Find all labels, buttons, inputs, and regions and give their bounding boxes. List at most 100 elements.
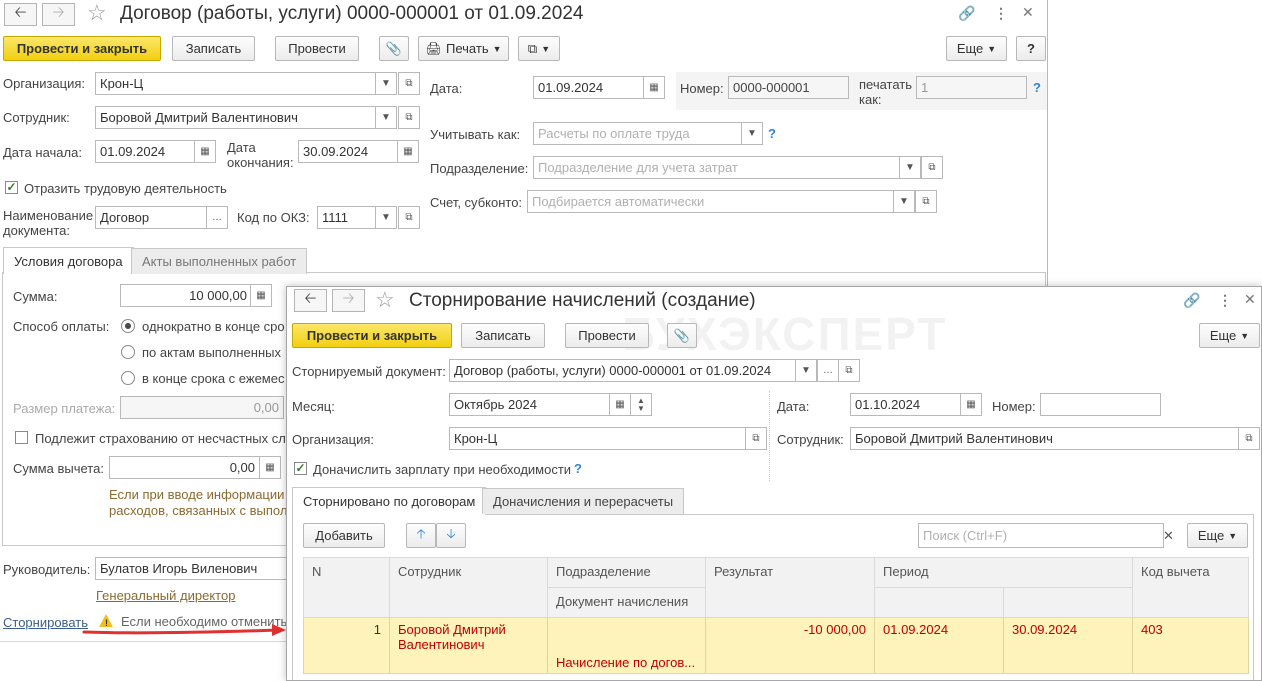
okz-open-button[interactable]: ⧉ xyxy=(398,206,420,229)
number-field[interactable] xyxy=(1040,393,1161,416)
reversed-doc-select-button[interactable]: … xyxy=(817,359,839,382)
column-header-dept[interactable]: Подразделение xyxy=(547,557,706,588)
dept-dropdown[interactable]: ▼ xyxy=(899,156,921,179)
calculator-icon[interactable]: ▦ xyxy=(250,284,272,307)
close-icon[interactable]: ✕ xyxy=(1022,4,1034,21)
calendar-icon[interactable]: ▦ xyxy=(194,140,216,163)
extra-pay-checkbox[interactable]: ✓ xyxy=(294,462,307,475)
move-up-button[interactable]: 🡡 xyxy=(406,523,436,548)
menu-icon[interactable]: ⋮ xyxy=(1218,292,1232,309)
date-field[interactable]: 01.10.2024 xyxy=(850,393,962,416)
reversed-doc-field[interactable]: Договор (работы, услуги) 0000-000001 от … xyxy=(449,359,797,382)
cell-n[interactable]: 1 xyxy=(303,617,390,674)
org-field[interactable]: Крон-Ц xyxy=(449,427,747,450)
attach-button[interactable]: 📎 xyxy=(667,323,697,348)
payment-option-radio-1[interactable] xyxy=(121,319,135,333)
post-and-close-button[interactable]: Провести и закрыть xyxy=(292,323,452,348)
search-input[interactable]: Поиск (Ctrl+F) xyxy=(918,523,1164,548)
end-date-field[interactable]: 30.09.2024 xyxy=(298,140,398,163)
cell-result[interactable]: -10 000,00 xyxy=(705,617,875,674)
payment-size-field[interactable]: 0,00 xyxy=(120,396,284,419)
link-icon[interactable]: 🔗 xyxy=(958,5,975,22)
column-header-code[interactable]: Код вычета xyxy=(1132,557,1250,618)
cell-period-from[interactable]: 01.09.2024 xyxy=(874,617,1004,674)
dept-field[interactable]: Подразделение для учета затрат xyxy=(533,156,901,179)
employee-open-button[interactable]: ⧉ xyxy=(398,106,420,129)
doc-name-field[interactable]: Договор xyxy=(95,206,207,229)
help-button[interactable]: ? xyxy=(1016,36,1046,61)
subconto-field[interactable]: Подбирается автоматически xyxy=(527,190,895,213)
payment-option-radio-3[interactable] xyxy=(121,371,135,385)
add-button[interactable]: Добавить xyxy=(303,523,385,548)
link-icon[interactable]: 🔗 xyxy=(1183,292,1200,309)
back-button[interactable]: 🡠 xyxy=(294,289,327,312)
deduction-field[interactable]: 0,00 xyxy=(109,456,260,479)
table-row[interactable]: 1 Боровой Дмитрий Валентинович Начислени… xyxy=(303,617,1250,674)
subconto-open-button[interactable]: ⧉ xyxy=(915,190,937,213)
favorite-star-icon[interactable]: ☆ xyxy=(87,2,107,24)
calculator-icon[interactable]: ▦ xyxy=(259,456,281,479)
post-button[interactable]: Провести xyxy=(275,36,359,61)
org-field[interactable]: Крон-Ц xyxy=(95,72,397,95)
calendar-icon[interactable]: ▦ xyxy=(643,76,665,99)
print-as-field[interactable]: 1 xyxy=(916,76,1027,99)
okz-dropdown[interactable]: ▼ xyxy=(375,206,397,229)
cell-code[interactable]: 403 xyxy=(1132,617,1250,674)
org-dropdown[interactable]: ▼ xyxy=(375,72,397,95)
column-header-period-to[interactable] xyxy=(1002,587,1134,618)
print-button[interactable]: 🖨 Печать ▼ xyxy=(418,36,509,61)
start-date-field[interactable]: 01.09.2024 xyxy=(95,140,195,163)
subconto-dropdown[interactable]: ▼ xyxy=(893,190,915,213)
dept-open-button[interactable]: ⧉ xyxy=(921,156,943,179)
cell-employee[interactable]: Боровой Дмитрий Валентинович xyxy=(389,617,548,674)
post-button[interactable]: Провести xyxy=(565,323,649,348)
calendar-icon[interactable]: ▦ xyxy=(960,393,982,416)
help-question-icon[interactable]: ? xyxy=(574,461,582,476)
help-question-icon[interactable]: ? xyxy=(768,126,776,141)
back-button[interactable]: 🡠 xyxy=(4,3,37,26)
favorite-star-icon[interactable]: ☆ xyxy=(375,289,395,311)
clear-search-icon[interactable]: ✕ xyxy=(1163,528,1174,544)
column-header-employee[interactable]: Сотрудник xyxy=(389,557,548,618)
tab-extra-accruals[interactable]: Доначисления и перерасчеты xyxy=(482,488,685,514)
more-button[interactable]: Еще ▼ xyxy=(1199,323,1260,348)
column-header-n[interactable]: N xyxy=(303,557,390,618)
column-header-result[interactable]: Результат xyxy=(705,557,875,618)
manager-field[interactable]: Булатов Игорь Виленович xyxy=(95,557,295,580)
column-header-period-from[interactable] xyxy=(874,587,1004,618)
reversed-doc-open-button[interactable]: ⧉ xyxy=(838,359,860,382)
payment-option-radio-2[interactable] xyxy=(121,345,135,359)
post-and-close-button[interactable]: Провести и закрыть xyxy=(3,36,161,61)
reverse-link[interactable]: Сторнировать xyxy=(3,615,88,630)
date-field[interactable]: 01.09.2024 xyxy=(533,76,645,99)
menu-icon[interactable]: ⋮ xyxy=(994,5,1008,22)
month-field[interactable]: Октябрь 2024 xyxy=(449,393,611,416)
cell-period-to[interactable]: 30.09.2024 xyxy=(1002,617,1134,674)
cell-dept-doc[interactable]: Начисление по догов... xyxy=(547,617,706,674)
work-activity-checkbox[interactable]: ✓ xyxy=(5,181,18,194)
doc-name-select-button[interactable]: … xyxy=(206,206,228,229)
calendar-icon[interactable]: ▦ xyxy=(397,140,419,163)
reversed-doc-dropdown[interactable]: ▼ xyxy=(795,359,817,382)
tab-reversed-by-contracts[interactable]: Сторнировано по договорам xyxy=(292,487,487,515)
attach-button[interactable]: 📎 xyxy=(379,36,409,61)
org-open-button[interactable]: ⧉ xyxy=(745,427,767,450)
save-button[interactable]: Записать xyxy=(461,323,545,348)
org-open-button[interactable]: ⧉ xyxy=(398,72,420,95)
table-more-button[interactable]: Еще ▼ xyxy=(1187,523,1248,548)
save-button[interactable]: Записать xyxy=(172,36,255,61)
forward-button[interactable]: 🡢 xyxy=(42,3,75,26)
employee-open-button[interactable]: ⧉ xyxy=(1238,427,1260,450)
manager-position-link[interactable]: Генеральный директор xyxy=(96,588,235,603)
close-icon[interactable]: ✕ xyxy=(1244,291,1256,308)
number-field[interactable]: 0000-000001 xyxy=(728,76,849,99)
employee-dropdown[interactable]: ▼ xyxy=(375,106,397,129)
create-based-button[interactable]: ⧉ ▼ xyxy=(518,36,560,61)
help-question-icon[interactable]: ? xyxy=(1033,80,1041,95)
insurance-checkbox[interactable] xyxy=(15,431,28,444)
account-as-field[interactable]: Расчеты по оплате труда xyxy=(533,122,742,145)
tab-contract-terms[interactable]: Условия договора xyxy=(3,247,134,274)
column-header-period[interactable]: Период xyxy=(873,557,1134,588)
account-as-dropdown[interactable]: ▼ xyxy=(741,122,763,145)
column-header-accrual-doc[interactable]: Документ начисления xyxy=(547,587,706,618)
